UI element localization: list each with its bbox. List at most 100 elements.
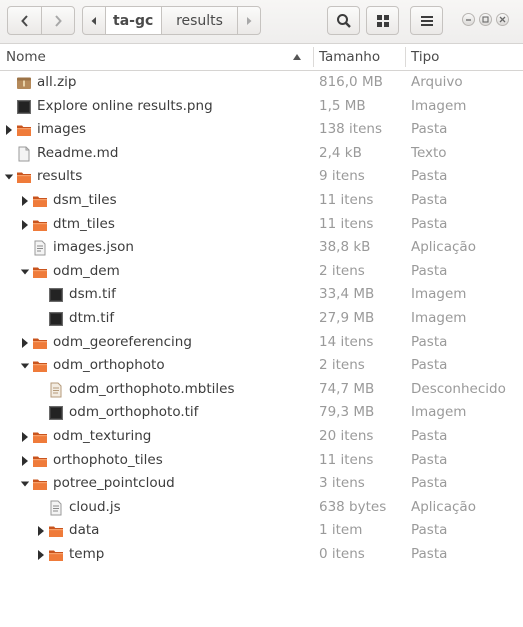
file-name: potree_pointcloud: [53, 475, 175, 492]
archive-icon: [16, 75, 32, 91]
file-row[interactable]: images.json 38,8 kB Aplicação: [0, 236, 523, 260]
expander-expanded-icon[interactable]: [4, 171, 14, 183]
expander-expanded-icon[interactable]: [20, 266, 30, 278]
path-bar: ta-gc results: [82, 6, 261, 35]
file-row[interactable]: data 1 item Pasta: [0, 519, 523, 543]
expander-expanded-icon[interactable]: [20, 360, 30, 372]
file-row[interactable]: Explore online results.png 1,5 MB Imagem: [0, 95, 523, 119]
column-size-header[interactable]: Tamanho: [319, 44, 380, 70]
file-size: 38,8 kB: [319, 239, 371, 256]
maximize-button[interactable]: [479, 13, 492, 26]
folder-icon: [32, 358, 48, 374]
file-type: Arquivo: [411, 74, 463, 90]
search-button[interactable]: [327, 6, 360, 35]
file-type: Pasta: [411, 215, 448, 232]
file-size: 11 itens: [319, 215, 374, 232]
image-file-icon: [48, 405, 64, 421]
path-scroll-right-button[interactable]: [237, 7, 260, 34]
chevron-right-icon: [55, 14, 62, 27]
file-row[interactable]: odm_orthophoto.mbtiles 74,7 MB Desconhecid…: [0, 378, 523, 402]
close-button[interactable]: [496, 13, 509, 26]
file-row[interactable]: orthophoto_tiles 11 itens Pasta: [0, 449, 523, 473]
file-size: 9 itens: [319, 168, 365, 185]
file-row[interactable]: odm_texturing 20 itens Pasta: [0, 425, 523, 449]
path-scroll-left-button[interactable]: [83, 7, 106, 34]
file-row[interactable]: potree_pointcloud 3 itens Pasta: [0, 472, 523, 496]
text-file-icon: [16, 146, 32, 162]
expander-collapsed-icon[interactable]: [20, 195, 30, 207]
file-row[interactable]: Readme.md 2,4 kB Texto: [0, 142, 523, 166]
file-name: odm_orthophoto.tif: [69, 404, 199, 421]
forward-button[interactable]: [41, 6, 75, 35]
file-type: Imagem: [411, 286, 467, 303]
file-row[interactable]: images 138 itens Pasta: [0, 118, 523, 142]
path-crumb-results[interactable]: results: [162, 7, 238, 34]
file-row[interactable]: temp 0 itens Pasta: [0, 543, 523, 567]
file-size: 14 itens: [319, 333, 374, 350]
file-row[interactable]: odm_dem 2 itens Pasta: [0, 260, 523, 284]
file-row[interactable]: odm_orthophoto.tif 79,3 MB Imagem: [0, 401, 523, 425]
file-row[interactable]: cloud.js 638 bytes Aplicação: [0, 496, 523, 520]
file-row[interactable]: odm_georeferencing 14 itens Pasta: [0, 331, 523, 355]
path-crumb-ta-gc[interactable]: ta-gc: [105, 7, 162, 34]
folder-icon: [32, 476, 48, 492]
expander-collapsed-icon[interactable]: [20, 337, 30, 349]
search-icon: [336, 13, 351, 28]
expander-collapsed-icon[interactable]: [20, 455, 30, 467]
file-type: Pasta: [411, 168, 448, 185]
folder-icon: [32, 429, 48, 445]
file-row[interactable]: dtm.tif 27,9 MB Imagem: [0, 307, 523, 331]
file-name: dsm.tif: [69, 286, 116, 303]
back-button[interactable]: [7, 6, 42, 35]
file-size: 138 itens: [319, 121, 382, 138]
file-name: all.zip: [37, 74, 77, 90]
chevron-left-icon: [20, 14, 28, 27]
file-size: 2 itens: [319, 262, 365, 279]
folder-icon: [32, 335, 48, 351]
image-file-icon: [48, 287, 64, 303]
file-type: Aplicação: [411, 239, 476, 256]
minimize-button[interactable]: [462, 13, 475, 26]
file-row[interactable]: odm_orthophoto 2 itens Pasta: [0, 354, 523, 378]
file-row[interactable]: dtm_tiles 11 itens Pasta: [0, 213, 523, 237]
expander-collapsed-icon[interactable]: [20, 431, 30, 443]
menu-button[interactable]: [410, 6, 443, 35]
script-file-icon: [48, 500, 64, 516]
file-row[interactable]: dsm.tif 33,4 MB Imagem: [0, 283, 523, 307]
file-type: Pasta: [411, 191, 448, 208]
hamburger-menu-icon: [420, 15, 433, 26]
file-name: dsm_tiles: [53, 191, 117, 208]
expander-collapsed-icon[interactable]: [4, 124, 14, 136]
file-row[interactable]: results 9 itens Pasta: [0, 165, 523, 189]
file-row[interactable]: dsm_tiles 11 itens Pasta: [0, 189, 523, 213]
file-name: dtm_tiles: [53, 215, 115, 232]
file-size: 3 itens: [319, 475, 365, 492]
file-size: 79,3 MB: [319, 404, 375, 421]
column-divider[interactable]: [313, 47, 314, 67]
column-divider[interactable]: [405, 47, 406, 67]
file-row[interactable]: all.zip 816,0 MB Arquivo: [0, 71, 523, 95]
file-size: 20 itens: [319, 427, 374, 444]
sort-ascending-icon: [293, 54, 301, 60]
file-name: images: [37, 121, 87, 138]
image-file-icon: [48, 311, 64, 327]
minimize-icon: [466, 19, 471, 21]
expander-expanded-icon[interactable]: [20, 478, 30, 490]
file-type: Pasta: [411, 121, 448, 138]
view-toggle-button[interactable]: [366, 6, 399, 35]
folder-icon: [16, 122, 32, 138]
folder-icon: [48, 547, 64, 563]
file-type: Pasta: [411, 522, 448, 539]
expander-collapsed-icon[interactable]: [20, 219, 30, 231]
file-name: results: [37, 168, 83, 185]
file-type: Pasta: [411, 545, 448, 562]
expander-collapsed-icon[interactable]: [36, 525, 46, 537]
image-file-icon: [16, 99, 32, 115]
column-type-header[interactable]: Tipo: [411, 44, 439, 70]
file-name: temp: [69, 545, 105, 562]
file-name: Readme.md: [37, 144, 119, 161]
column-name-header[interactable]: Nome: [6, 44, 46, 70]
file-name: images.json: [53, 239, 134, 256]
file-name: odm_dem: [53, 262, 120, 279]
expander-collapsed-icon[interactable]: [36, 549, 46, 561]
